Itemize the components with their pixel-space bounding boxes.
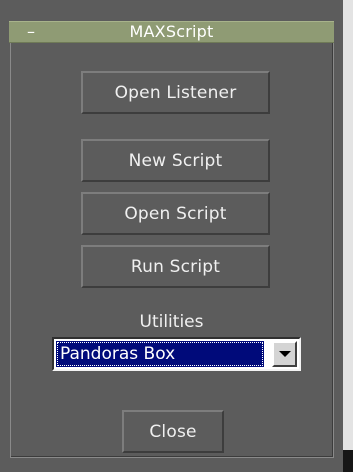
window-edge-shadow (343, 450, 353, 472)
open-listener-button[interactable]: Open Listener (81, 71, 270, 114)
run-script-button[interactable]: Run Script (81, 245, 270, 288)
utilities-label: Utilities (139, 312, 204, 332)
utilities-dropdown-value[interactable]: Pandoras Box (56, 341, 264, 367)
window-edge (343, 0, 353, 472)
close-button[interactable]: Close (122, 410, 224, 453)
rollout-title: MAXScript (129, 22, 214, 41)
new-script-button[interactable]: New Script (81, 139, 270, 182)
open-script-button[interactable]: Open Script (81, 192, 270, 235)
page-background: – MAXScript Open Listener New Script Ope… (0, 0, 353, 472)
chevron-down-icon[interactable] (272, 341, 297, 367)
maxscript-panel: – MAXScript Open Listener New Script Ope… (0, 0, 343, 472)
rollout-header[interactable]: – MAXScript (9, 21, 334, 43)
utilities-dropdown[interactable]: Pandoras Box (52, 337, 301, 371)
